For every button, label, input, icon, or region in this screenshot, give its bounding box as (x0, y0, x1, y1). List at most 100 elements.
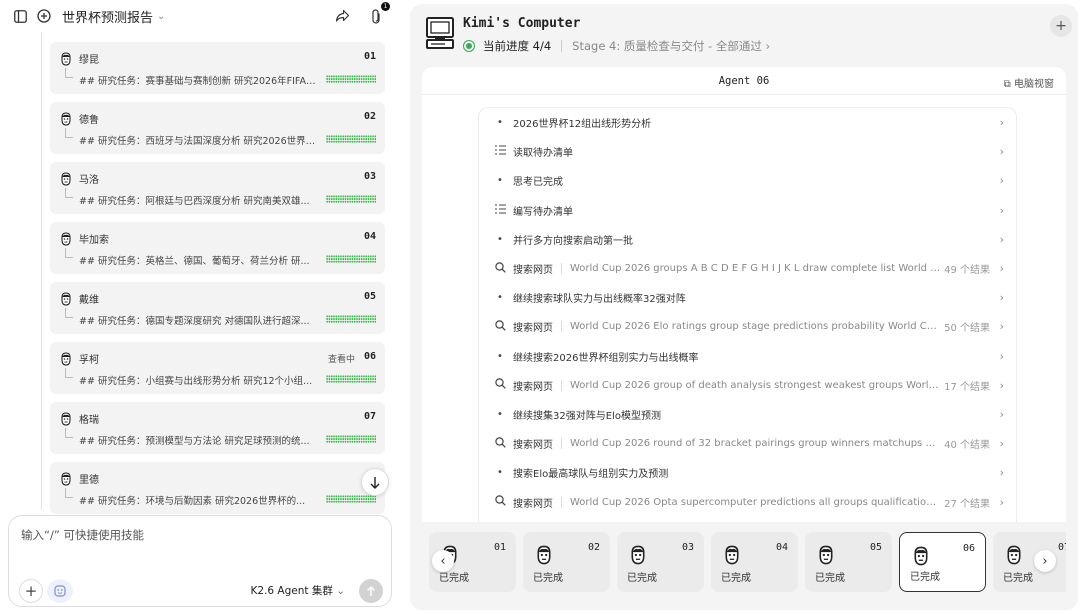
agent-name: 戴维 (79, 295, 99, 306)
computer-view-button[interactable]: ⧉ 电脑视窗 (1004, 75, 1054, 90)
step-row[interactable]: • 继续搜索2026世界杯组别实力与出线概率 › (479, 342, 1016, 371)
bullet-icon: • (497, 408, 503, 420)
agent-card[interactable]: 缪昆 01 ## 研究任务：赛事基础与赛制创新 研究2026年FIFA世界杯..… (50, 42, 385, 94)
agent-name: 马洛 (79, 175, 99, 186)
tree-connector (65, 188, 73, 198)
stage-link[interactable]: Stage 4: 质量检查与交付 - 全部通过 › (572, 38, 770, 54)
model-selector[interactable]: K2.6 Agent 集群 ⌄ (251, 583, 346, 598)
agent-avatar-icon (912, 546, 930, 566)
chevron-right-icon: › (999, 378, 1004, 392)
agent-avatar-icon (60, 171, 72, 186)
agent-avatar-icon (1005, 545, 1023, 565)
agent-number: 01 (363, 51, 376, 62)
step-row[interactable]: 编写待办清单 › (479, 196, 1016, 225)
chat-input[interactable]: 输入“/” 可快捷使用技能 + K2.6 Agent 集群 ⌄ (8, 515, 392, 607)
chat-panel: 世界杯预测报告 ⌄ 1 缪昆 01 ## 研究任务：赛事基础与赛制创新 研究20… (0, 0, 400, 614)
chevron-right-icon: › (999, 291, 1004, 305)
agent-avatar-icon (817, 545, 835, 565)
chevron-right-icon: › (999, 232, 1004, 246)
step-label: 并行多方向搜索启动第一批 (513, 235, 633, 247)
bullet-icon: • (497, 292, 503, 304)
chevron-right-icon: › (999, 437, 1004, 451)
step-row[interactable]: • 并行多方向搜索启动第一批 › (479, 225, 1016, 254)
agent-avatar-icon (60, 291, 72, 306)
sidebar-toggle-icon[interactable] (10, 6, 30, 26)
chevron-down-icon: ⌄ (336, 585, 345, 597)
agent-card[interactable]: 毕加索 04 ## 研究任务：英格兰、德国、葡萄牙、荷兰分析 研... (50, 222, 385, 274)
agent-card[interactable]: 孚柯 查看中 06 ## 研究任务：小组赛与出线形势分析 研究12个小组... (50, 342, 385, 394)
step-row[interactable]: 读取待办清单 › (479, 137, 1016, 166)
tree-connector (65, 308, 73, 318)
attachment-icon[interactable]: 1 (366, 2, 390, 26)
step-row[interactable]: 搜索网页 World Cup 2026 round of 32 bracket p… (479, 429, 1016, 458)
agent-card[interactable]: 格瑞 07 ## 研究任务：预测模型与方法论 研究足球预测的统... (50, 402, 385, 454)
step-label: 继续搜集32强对阵与Elo模型预测 (513, 410, 661, 422)
computer-title: Kimi's Computer (463, 16, 581, 31)
agent-thumbnail[interactable]: 02 已完成 (523, 532, 610, 592)
thumbnail-number: 02 (587, 542, 600, 553)
scroll-right-button[interactable]: › (1034, 550, 1056, 572)
agent-number: 04 (363, 231, 376, 242)
search-icon (493, 378, 507, 392)
agent-tray: 01 已完成 02 已完成 03 已完成 04 已完成 05 已完成 06 已完… (422, 522, 1066, 603)
new-chat-icon[interactable] (34, 6, 54, 26)
add-button[interactable]: + (1050, 15, 1072, 37)
skill-button[interactable] (47, 579, 73, 603)
thumbnail-status: 已完成 (627, 573, 657, 584)
agent-avatar-icon (60, 111, 72, 126)
attachment-count-badge: 1 (381, 2, 390, 11)
agent-card[interactable]: 德鲁 02 ## 研究任务：西班牙与法国深度分析 研究2026世界杯... (50, 102, 385, 154)
agent-thumbnail[interactable]: 06 已完成 (899, 532, 986, 592)
step-row[interactable]: • 2026世界杯12组出线形势分析 › (479, 108, 1016, 137)
agent-name: 孚柯 (79, 355, 99, 366)
agent-card[interactable]: 里德 ## 研究任务：环境与后勤因素 研究2026世界杯的... (50, 462, 385, 514)
step-row[interactable]: 搜索网页 World Cup 2026 Opta supercomputer pr… (479, 487, 1016, 516)
chevron-down-icon[interactable]: ⌄ (157, 11, 165, 22)
step-row[interactable]: • 继续搜集32强对阵与Elo模型预测 › (479, 400, 1016, 429)
step-label: 思考已完成 (513, 177, 563, 189)
scroll-down-button[interactable] (361, 468, 389, 496)
bullet-icon: • (497, 175, 503, 187)
step-row[interactable]: 搜索网页 World Cup 2026 Elo ratings group sta… (479, 312, 1016, 341)
step-label: 读取待办清单 (513, 148, 573, 160)
step-row[interactable]: • 继续搜索球队实力与出线概率32强对阵 › (479, 283, 1016, 312)
progress-dots (326, 435, 376, 443)
scroll-left-button[interactable]: ‹ (432, 550, 454, 572)
chevron-right-icon: › (999, 320, 1004, 334)
chevron-right-icon: › (999, 262, 1004, 276)
agent-task: ## 研究任务：小组赛与出线形势分析 研究12个小组... (79, 376, 313, 387)
share-icon[interactable] (332, 6, 352, 26)
step-row[interactable]: 搜索网页 World Cup 2026 groups A B C D E F G … (479, 254, 1016, 283)
agent-task: ## 研究任务：环境与后勤因素 研究2026世界杯的... (79, 496, 306, 507)
thumbnail-status: 已完成 (721, 573, 751, 584)
agent-avatar-icon (60, 231, 72, 246)
result-count: 40 个结果 (944, 440, 990, 452)
result-count: 27 个结果 (944, 498, 990, 510)
step-row[interactable]: • 思考已完成 › (479, 166, 1016, 195)
agent-card[interactable]: 马洛 03 ## 研究任务：阿根廷与巴西深度分析 研究南美双雄... (50, 162, 385, 214)
agent-avatar-icon (629, 545, 647, 565)
progress-dots (326, 75, 376, 83)
agent-task: ## 研究任务：阿根廷与巴西深度分析 研究南美双雄... (79, 196, 310, 207)
step-row[interactable]: 搜索网页 World Cup 2026 group of death analys… (479, 371, 1016, 400)
search-icon (493, 320, 507, 334)
agent-task: ## 研究任务：预测模型与方法论 研究足球预测的统... (79, 436, 310, 447)
agent-card[interactable]: 戴维 05 ## 研究任务：德国专题深度研究 对德国队进行超深... (50, 282, 385, 334)
send-button[interactable] (359, 579, 383, 603)
chat-title[interactable]: 世界杯预测报告 (62, 7, 153, 26)
agent-thumbnails: 01 已完成 02 已完成 03 已完成 04 已完成 05 已完成 06 已完… (429, 532, 1066, 592)
step-label: 搜索网页 (513, 440, 553, 452)
thumbnail-status: 已完成 (910, 572, 940, 583)
agent-thumbnail[interactable]: 05 已完成 (805, 532, 892, 592)
step-label: 继续搜索球队实力与出线概率32强对阵 (513, 294, 686, 306)
chevron-right-icon: › (999, 407, 1004, 421)
agent-name: 里德 (79, 475, 99, 486)
agent-task: ## 研究任务：西班牙与法国深度分析 研究2026世界杯... (79, 136, 319, 147)
add-attachment-button[interactable]: + (19, 579, 43, 603)
result-count: 49 个结果 (944, 265, 990, 277)
chevron-right-icon: › (999, 203, 1004, 217)
agent-thumbnail[interactable]: 03 已完成 (617, 532, 704, 592)
step-label: 编写待办清单 (513, 206, 573, 218)
agent-thumbnail[interactable]: 04 已完成 (711, 532, 798, 592)
step-row[interactable]: • 搜索Elo最高球队与组别实力及预测 › (479, 458, 1016, 487)
